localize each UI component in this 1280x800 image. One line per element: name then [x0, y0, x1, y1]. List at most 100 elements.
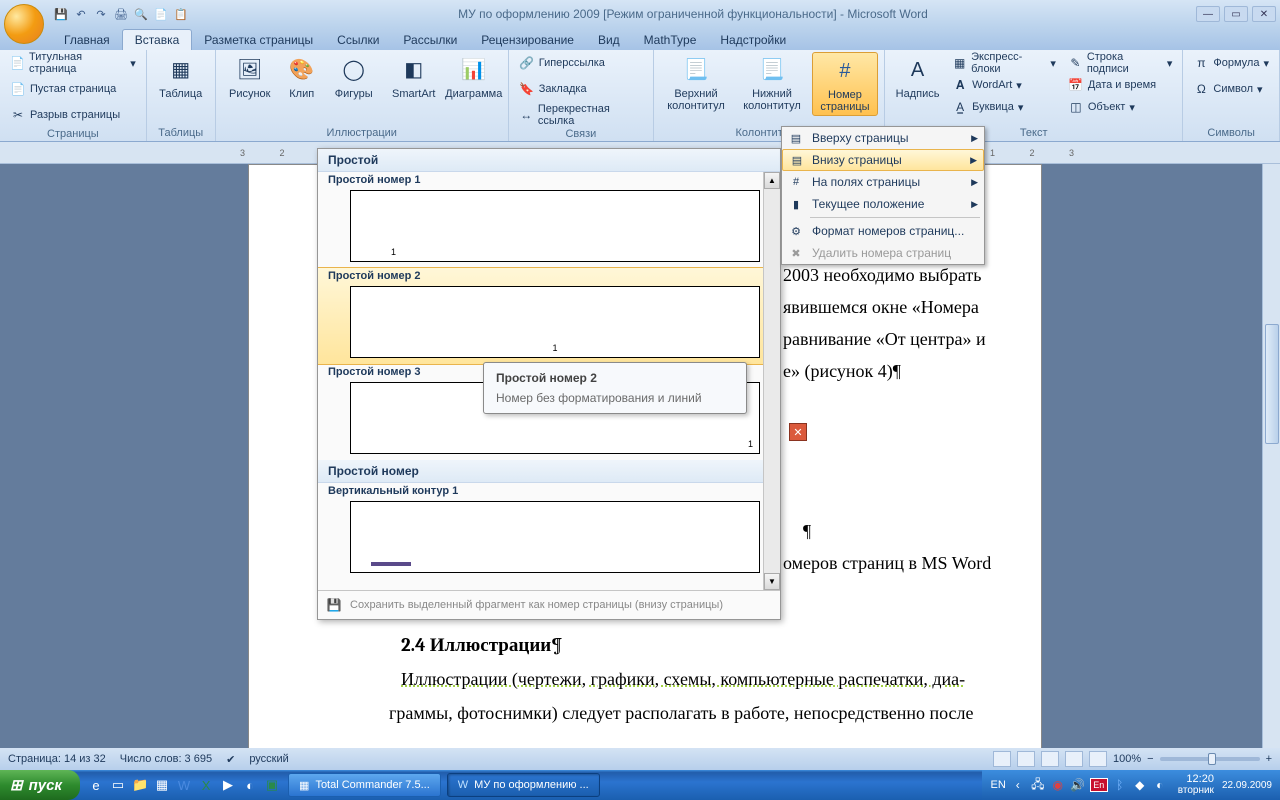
- bookmark-button[interactable]: 🔖Закладка: [515, 78, 591, 100]
- zoom-out-button[interactable]: −: [1147, 753, 1153, 765]
- gallery-scroll-up[interactable]: ▲: [764, 172, 780, 189]
- pn-margins[interactable]: #На полях страницы▶: [782, 171, 984, 193]
- tray-chevron-icon[interactable]: ‹: [1010, 777, 1026, 793]
- tray-app2-icon[interactable]: ◐: [1152, 777, 1168, 793]
- ql-tc-icon[interactable]: ▦: [152, 774, 172, 796]
- gallery-item-4[interactable]: Вертикальный контур 1: [318, 483, 780, 573]
- maximize-button[interactable]: ▭: [1224, 6, 1248, 22]
- zoom-in-button[interactable]: +: [1266, 753, 1272, 765]
- status-page[interactable]: Страница: 14 из 32: [8, 753, 106, 765]
- qat-undo[interactable]: ↶: [72, 5, 90, 23]
- tab-mailings[interactable]: Рассылки: [391, 30, 469, 50]
- status-language[interactable]: русский: [249, 753, 288, 765]
- scrollbar-thumb[interactable]: [1265, 324, 1279, 444]
- zoom-thumb[interactable]: [1208, 753, 1216, 765]
- clip-button[interactable]: 🎨Клип: [282, 52, 322, 102]
- pn-bottom[interactable]: ▤Внизу страницы▶: [782, 149, 984, 171]
- tab-insert[interactable]: Вставка: [122, 29, 193, 50]
- ql-desktop-icon[interactable]: ▭: [108, 774, 128, 796]
- hyperlink-button[interactable]: 🔗Гиперссылка: [515, 52, 609, 74]
- embedded-close-icon[interactable]: ✕: [789, 423, 807, 441]
- qat-redo[interactable]: ↷: [92, 5, 110, 23]
- ql-app-icon[interactable]: ◐: [240, 774, 260, 796]
- gallery-item-1-title: Простой номер 1: [318, 172, 780, 188]
- equation-button[interactable]: πФормула ▾: [1189, 52, 1273, 74]
- gallery-item-2[interactable]: Простой номер 2 1: [318, 267, 780, 365]
- dropcap-button[interactable]: A͇Буквица ▾: [948, 96, 1060, 118]
- status-spell-icon[interactable]: ✔: [226, 753, 235, 766]
- qat-preview[interactable]: 🔍: [132, 5, 150, 23]
- view-outline[interactable]: [1065, 751, 1083, 767]
- footer-button[interactable]: 📃Нижний колонтитул: [736, 52, 808, 114]
- gallery-footer[interactable]: 💾 Сохранить выделенный фрагмент как номе…: [318, 590, 780, 619]
- vertical-scrollbar[interactable]: [1262, 164, 1280, 752]
- gallery-item-1[interactable]: Простой номер 1 1: [318, 172, 780, 262]
- tray-clock[interactable]: 12:20 вторник: [1178, 773, 1214, 797]
- tray-av-icon[interactable]: ◉: [1050, 777, 1066, 793]
- page-number-button[interactable]: #Номер страницы: [812, 52, 878, 116]
- quickparts-button[interactable]: ▦Экспресс-блоки ▾: [948, 52, 1060, 74]
- tray-lang-badge[interactable]: En: [1090, 778, 1108, 792]
- qat-print[interactable]: 🖨: [112, 5, 130, 23]
- ql-word-icon[interactable]: W: [174, 774, 194, 796]
- gallery-scroll-down[interactable]: ▼: [764, 573, 780, 590]
- tray-app-icon[interactable]: ◆: [1132, 777, 1148, 793]
- ql-app2-icon[interactable]: ▣: [262, 774, 282, 796]
- view-web[interactable]: [1041, 751, 1059, 767]
- view-draft[interactable]: [1089, 751, 1107, 767]
- tab-pagelayout[interactable]: Разметка страницы: [192, 30, 325, 50]
- picture-button[interactable]: 🖼Рисунок: [222, 52, 278, 102]
- view-print-layout[interactable]: [993, 751, 1011, 767]
- pn-format[interactable]: ⚙Формат номеров страниц...: [782, 220, 984, 242]
- pn-current[interactable]: ▮Текущее положение▶: [782, 193, 984, 215]
- tab-addins[interactable]: Надстройки: [708, 30, 798, 50]
- view-fullscreen[interactable]: [1017, 751, 1035, 767]
- qat-doc[interactable]: 📄: [152, 5, 170, 23]
- signature-button[interactable]: ✎Строка подписи ▾: [1064, 52, 1177, 74]
- tray-lang-text[interactable]: EN: [990, 779, 1005, 791]
- page-break-button[interactable]: ✂Разрыв страницы: [6, 104, 124, 126]
- status-words[interactable]: Число слов: 3 695: [120, 753, 212, 765]
- ql-explorer-icon[interactable]: 📁: [130, 774, 150, 796]
- smartart-button[interactable]: ◧SmartArt: [386, 52, 442, 102]
- tab-view[interactable]: Вид: [586, 30, 632, 50]
- doc-line-8: граммы, фотоснимки) следует располагать …: [389, 699, 974, 727]
- datetime-button[interactable]: 📅Дата и время: [1064, 74, 1177, 96]
- ql-media-icon[interactable]: ▶: [218, 774, 238, 796]
- tab-home[interactable]: Главная: [52, 30, 122, 50]
- tray-bluetooth-icon[interactable]: ᛒ: [1112, 777, 1128, 793]
- header-button[interactable]: 📃Верхний колонтитул: [660, 52, 732, 114]
- tray-network-icon[interactable]: 🖧: [1030, 777, 1046, 793]
- wordart-button[interactable]: 𝐀WordArt ▾: [948, 74, 1060, 96]
- shapes-button[interactable]: ◯Фигуры: [326, 52, 382, 102]
- crossref-button[interactable]: ↔Перекрестная ссылка: [515, 104, 647, 126]
- tab-review[interactable]: Рецензирование: [469, 30, 586, 50]
- tab-references[interactable]: Ссылки: [325, 30, 391, 50]
- minimize-button[interactable]: —: [1196, 6, 1220, 22]
- table-button[interactable]: ▦Таблица: [153, 52, 209, 102]
- chart-button[interactable]: 📊Диаграмма: [446, 52, 502, 102]
- ql-excel-icon[interactable]: X: [196, 774, 216, 796]
- zoom-level[interactable]: 100%: [1113, 753, 1141, 765]
- taskbar-word[interactable]: WМУ по оформлению ...: [447, 773, 600, 797]
- textbox-button[interactable]: AНадпись: [891, 52, 944, 102]
- cover-page-button[interactable]: 📄Титульная страница ▾: [6, 52, 140, 74]
- gallery-scrollbar[interactable]: ▲ ▼: [763, 172, 780, 590]
- symbol-button[interactable]: ΩСимвол ▾: [1189, 78, 1266, 100]
- qat-paste[interactable]: 📋: [172, 5, 190, 23]
- close-button[interactable]: ✕: [1252, 6, 1276, 22]
- office-button[interactable]: [4, 4, 44, 44]
- zoom-slider[interactable]: [1160, 757, 1260, 761]
- taskbar-totalcommander[interactable]: ▦Total Commander 7.5...: [288, 773, 441, 797]
- tab-mathtype[interactable]: MathType: [632, 30, 709, 50]
- start-button[interactable]: ⊞пуск: [0, 770, 80, 800]
- blank-page-button[interactable]: 📄Пустая страница: [6, 78, 120, 100]
- gallery-item-2-preview: 1: [350, 286, 760, 358]
- tray-volume-icon[interactable]: 🔊: [1070, 777, 1086, 793]
- qat-save[interactable]: 💾: [52, 5, 70, 23]
- object-button[interactable]: ◫Объект ▾: [1064, 96, 1177, 118]
- group-symbols: πФормула ▾ ΩСимвол ▾ Символы: [1183, 50, 1280, 141]
- ql-ie-icon[interactable]: e: [86, 774, 106, 796]
- pn-top[interactable]: ▤Вверху страницы▶: [782, 127, 984, 149]
- clock-day: вторник: [1178, 785, 1214, 797]
